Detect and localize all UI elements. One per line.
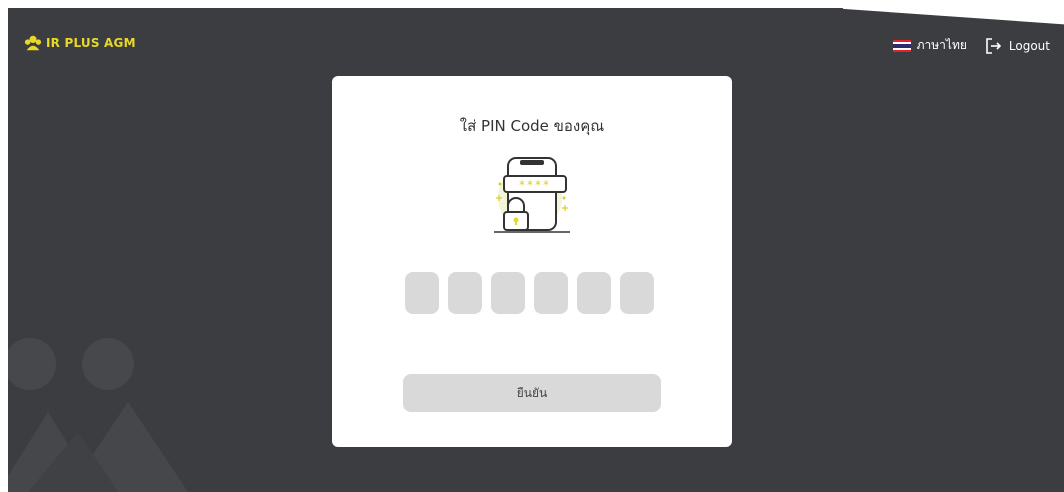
language-switcher[interactable]: ภาษาไทย [892, 36, 967, 55]
pin-digit-5[interactable] [577, 272, 611, 314]
app-screen: IR PLUS AGM ภาษาไทย Logout ใส่ PIN Code … [8, 8, 1064, 492]
pin-digit-1[interactable] [405, 272, 439, 314]
brand-logo[interactable]: IR PLUS AGM [24, 34, 136, 52]
top-navigation: ภาษาไทย Logout [892, 36, 1050, 55]
pin-entry-card: ใส่ PIN Code ของคุณ **** ยืนยัน [332, 76, 732, 447]
window-top-border [0, 0, 1064, 8]
background-watermark-graphic [8, 338, 188, 492]
thailand-flag-icon [892, 39, 911, 52]
language-label: ภาษาไทย [916, 38, 967, 52]
pin-mask-text: **** [519, 178, 551, 192]
pin-digit-2[interactable] [448, 272, 482, 314]
logout-icon [986, 37, 1002, 54]
pin-input-group [405, 272, 654, 314]
decorative-corner-panel [842, 8, 1064, 28]
phone-lock-pin-icon: **** [494, 157, 570, 233]
logout-label: Logout [1008, 38, 1050, 53]
pin-card-title: ใส่ PIN Code ของคุณ [459, 117, 605, 135]
pin-digit-3[interactable] [491, 272, 525, 314]
pin-digit-6[interactable] [620, 272, 654, 314]
brand-name: IR PLUS AGM [46, 36, 136, 50]
logout-button[interactable]: Logout [985, 37, 1050, 55]
confirm-button[interactable]: ยืนยัน [403, 374, 661, 412]
pin-digit-4[interactable] [534, 272, 568, 314]
agm-logo-icon [24, 35, 42, 51]
